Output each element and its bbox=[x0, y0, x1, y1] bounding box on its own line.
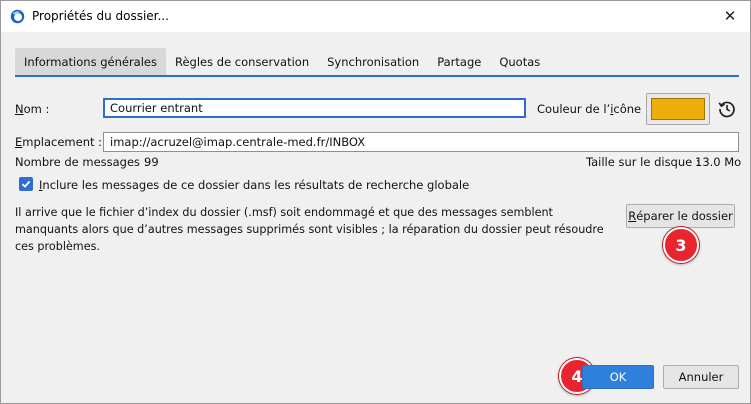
folder-properties-dialog: Propriétés du dossier... ✕ Informations … bbox=[0, 0, 751, 404]
include-global-search-label: Inclure les messages de ce dossier dans … bbox=[39, 178, 470, 192]
repair-description: Il arrive que le fichier d’index du doss… bbox=[15, 206, 604, 253]
reset-color-icon[interactable] bbox=[717, 99, 737, 119]
window-title: Propriétés du dossier... bbox=[32, 9, 169, 23]
tab-general-info[interactable]: Informations générales bbox=[15, 48, 166, 76]
messages-count-value: 99 bbox=[144, 155, 159, 169]
close-icon[interactable]: ✕ bbox=[720, 6, 740, 26]
include-global-search-checkbox[interactable] bbox=[19, 177, 33, 191]
disk-size-value: 13.0 Mo bbox=[695, 155, 742, 169]
step-3-marker: 3 bbox=[663, 227, 699, 263]
location-field[interactable]: imap://acruzel@imap.centrale-med.fr/INBO… bbox=[103, 132, 739, 152]
ok-button[interactable]: OK bbox=[582, 365, 654, 389]
checkmark-icon bbox=[21, 180, 31, 188]
thunderbird-app-icon bbox=[10, 9, 25, 24]
messages-count-label: Nombre de messages : bbox=[15, 155, 148, 169]
name-input[interactable]: Courrier entrant bbox=[103, 98, 526, 118]
name-label: Nom : bbox=[15, 102, 50, 116]
icon-color-button[interactable] bbox=[646, 93, 710, 125]
tab-bar: Informations générales Règles de conserv… bbox=[15, 48, 549, 76]
location-label: Emplacement : bbox=[15, 135, 103, 149]
tab-retention-rules[interactable]: Règles de conservation bbox=[166, 48, 318, 76]
tab-quotas[interactable]: Quotas bbox=[490, 48, 549, 76]
title-bar: Propriétés du dossier... ✕ bbox=[1, 1, 750, 32]
tab-sharing[interactable]: Partage bbox=[428, 48, 490, 76]
disk-size-label: Taille sur le disque : bbox=[586, 155, 700, 169]
icon-color-label: Couleur de l’icône : bbox=[537, 102, 649, 116]
icon-color-swatch bbox=[651, 98, 705, 120]
repair-folder-button[interactable]: Réparer le dossier bbox=[626, 204, 735, 228]
tab-synchronization[interactable]: Synchronisation bbox=[318, 48, 428, 76]
cancel-button[interactable]: Annuler bbox=[663, 365, 739, 389]
tab-underline bbox=[15, 75, 739, 77]
